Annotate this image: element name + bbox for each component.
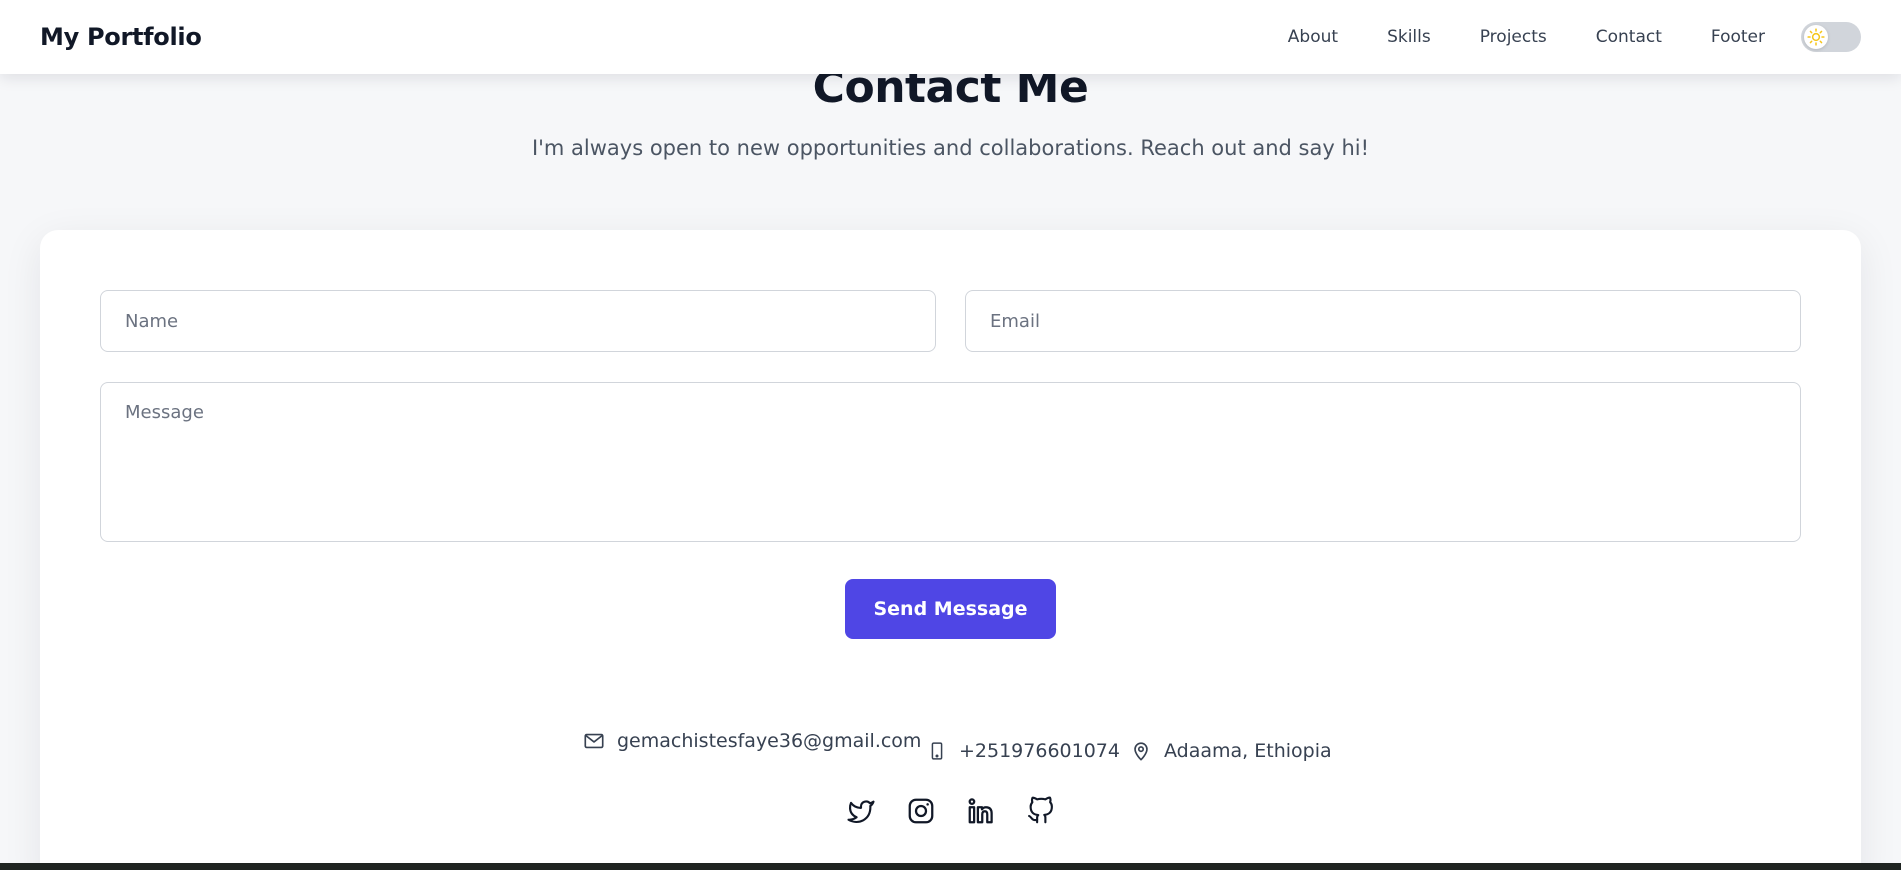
- contact-location: Adaama, Ethiopia: [1130, 740, 1332, 762]
- phone-icon: [927, 740, 947, 762]
- brand-logo[interactable]: My Portfolio: [40, 23, 202, 51]
- message-input[interactable]: [100, 382, 1801, 542]
- contact-location-text: Adaama, Ethiopia: [1164, 740, 1332, 762]
- bottom-bar: [0, 863, 1901, 870]
- page: My Portfolio About Skills Projects Conta…: [0, 0, 1901, 870]
- sun-icon: [1804, 25, 1828, 49]
- map-pin-icon: [1130, 740, 1152, 762]
- contact-phone-text: +251976601074: [959, 740, 1120, 762]
- nav-link-projects[interactable]: Projects: [1480, 27, 1547, 47]
- navbar: My Portfolio About Skills Projects Conta…: [0, 0, 1901, 74]
- contact-subtitle: I'm always open to new opportunities and…: [531, 136, 1370, 160]
- name-input[interactable]: [100, 290, 936, 352]
- nav-menu: About Skills Projects Contact Footer: [1288, 22, 1861, 52]
- contact-card: Send Message gemachistesfaye36@gmail.com: [40, 230, 1861, 870]
- theme-toggle[interactable]: [1801, 22, 1861, 52]
- nav-link-footer[interactable]: Footer: [1711, 27, 1765, 47]
- contact-email-text: gemachistesfaye36@gmail.com: [617, 730, 922, 752]
- mail-icon: [583, 730, 605, 752]
- nav-link-about[interactable]: About: [1288, 27, 1338, 47]
- github-icon[interactable]: [1025, 795, 1057, 827]
- social-links: [40, 795, 1861, 835]
- contact-phone[interactable]: +251976601074: [927, 740, 1120, 762]
- nav-link-contact[interactable]: Contact: [1596, 27, 1662, 47]
- nav-link-skills[interactable]: Skills: [1387, 27, 1431, 47]
- send-message-button[interactable]: Send Message: [845, 579, 1056, 639]
- twitter-icon[interactable]: [845, 795, 877, 827]
- email-input[interactable]: [965, 290, 1801, 352]
- contact-info: gemachistesfaye36@gmail.com +25197660107…: [40, 730, 1861, 770]
- instagram-icon[interactable]: [905, 795, 937, 827]
- linkedin-icon[interactable]: [965, 795, 997, 827]
- contact-email[interactable]: gemachistesfaye36@gmail.com: [583, 730, 921, 752]
